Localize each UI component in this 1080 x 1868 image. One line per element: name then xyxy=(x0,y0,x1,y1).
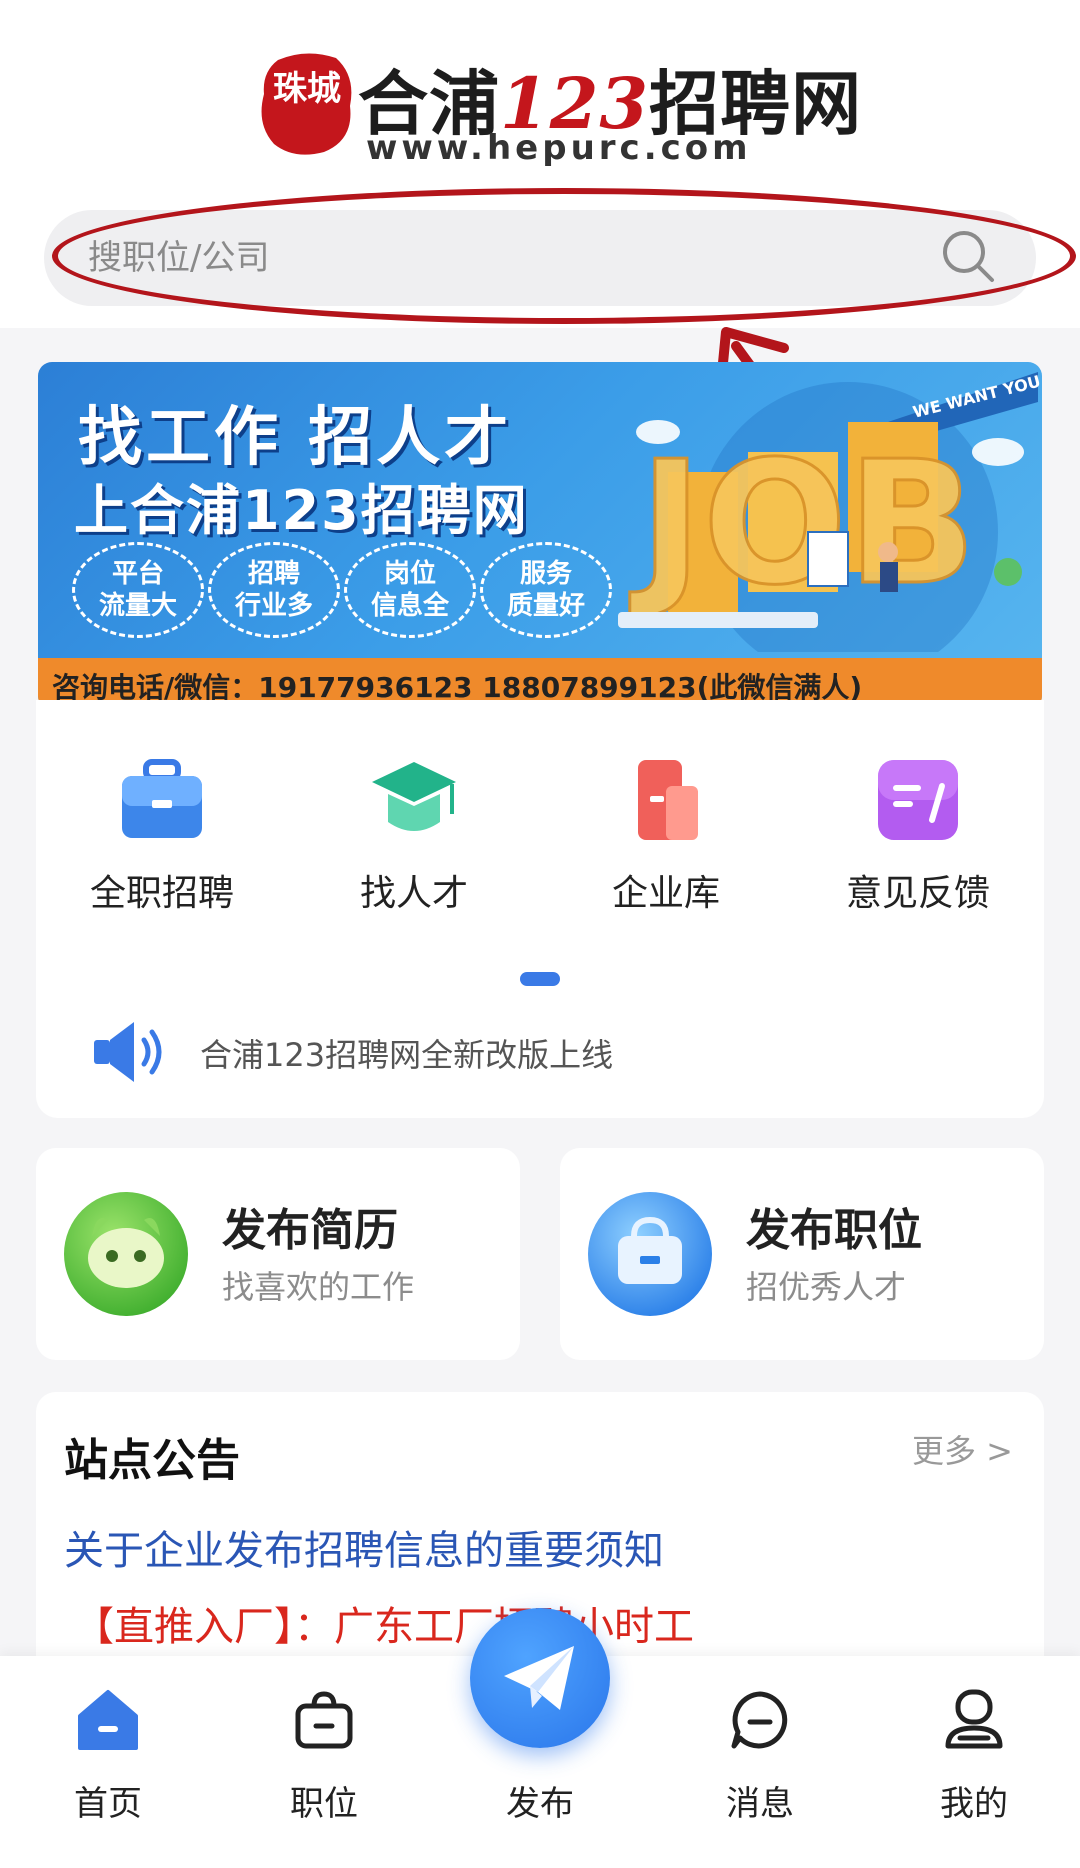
banner-feature-badge: 岗位 信息全 xyxy=(344,542,476,638)
job-bag-icon xyxy=(295,1691,353,1749)
menu-item-company-db[interactable]: 企业库 xyxy=(540,752,792,922)
menu-item-label: 全职招聘 xyxy=(89,873,234,914)
nav-item-profile[interactable]: 我的 xyxy=(904,1688,1044,1838)
menu-item-label: 意见反馈 xyxy=(845,873,990,914)
speaker-icon xyxy=(94,1022,162,1082)
nav-label: 我的 xyxy=(940,1784,1008,1824)
search-icon[interactable] xyxy=(938,226,998,286)
logo-url: www.hepurc.com xyxy=(366,128,752,168)
carousel-page-indicator[interactable] xyxy=(520,972,560,986)
announcement-more-link[interactable]: 更多 > xyxy=(912,1426,1013,1472)
nav-label: 职位 xyxy=(290,1784,358,1824)
menu-item-label: 企业库 xyxy=(611,873,720,914)
action-title: 发布职位 xyxy=(746,1205,922,1256)
home-icon xyxy=(78,1690,138,1750)
action-title: 发布简历 xyxy=(222,1205,398,1256)
nav-item-home[interactable]: 首页 xyxy=(38,1688,178,1838)
message-icon xyxy=(731,1691,788,1749)
menu-item-feedback[interactable]: 意见反馈 xyxy=(792,752,1044,922)
banner-feature-badge: 平台 流量大 xyxy=(72,542,204,638)
banner-feature-text: 平台 流量大 xyxy=(98,559,177,621)
menu-item-fulltime[interactable]: 全职招聘 xyxy=(36,752,288,922)
menu-item-find-talent[interactable]: 找人才 xyxy=(288,752,540,922)
banner-feature-badge: 招聘 行业多 xyxy=(208,542,340,638)
banner-subline: 上合浦123招聘网 xyxy=(74,479,529,542)
banner-illustration: WE WANT YOU JOB xyxy=(618,372,1042,652)
nav-item-messages[interactable]: 消息 xyxy=(690,1688,830,1838)
search-input[interactable] xyxy=(44,210,924,306)
banner-headline: 找工作 招人才 xyxy=(78,401,513,475)
nav-label-publish[interactable]: 发布 xyxy=(470,1776,610,1825)
publish-button[interactable] xyxy=(470,1608,610,1748)
promo-banner[interactable]: 找工作 招人才 上合浦123招聘网 平台 流量大 招聘 行业多 岗位 信息全 服… xyxy=(38,362,1042,710)
nav-label: 首页 xyxy=(74,1784,142,1824)
scrolling-notice[interactable]: 合浦123招聘网全新改版上线 xyxy=(200,1030,613,1076)
action-subtitle: 找喜欢的工作 xyxy=(222,1268,415,1306)
nav-item-jobs[interactable]: 职位 xyxy=(254,1688,394,1838)
feedback-icon xyxy=(878,760,958,840)
menu-item-label: 找人才 xyxy=(359,873,468,914)
nav-label: 消息 xyxy=(726,1784,794,1824)
post-job-card[interactable]: 发布职位 招优秀人才 xyxy=(560,1148,1044,1360)
banner-feature-badge: 服务 质量好 xyxy=(480,542,612,638)
banner-art-word: JOB xyxy=(629,425,976,623)
building-icon xyxy=(638,760,698,840)
banner-feature-text: 岗位 信息全 xyxy=(370,559,449,621)
logo-seal-char-1: 珠城 xyxy=(273,69,341,109)
user-icon xyxy=(945,1689,1003,1749)
action-subtitle: 招优秀人才 xyxy=(746,1268,907,1306)
announcement-item[interactable]: 关于企业发布招聘信息的重要须知 xyxy=(64,1518,664,1576)
logo-seal: 珠城 xyxy=(261,53,352,155)
briefcase-icon xyxy=(122,759,202,838)
post-resume-card[interactable]: 发布简历 找喜欢的工作 xyxy=(36,1148,520,1360)
bag-icon xyxy=(588,1192,712,1316)
paper-plane-icon xyxy=(504,1646,574,1710)
mascot-icon xyxy=(64,1192,188,1316)
graduation-cap-icon xyxy=(372,762,456,831)
banner-feature-text: 服务 质量好 xyxy=(506,559,585,621)
announcement-title: 站点公告 xyxy=(64,1435,240,1486)
banner-feature-text: 招聘 行业多 xyxy=(234,559,313,621)
